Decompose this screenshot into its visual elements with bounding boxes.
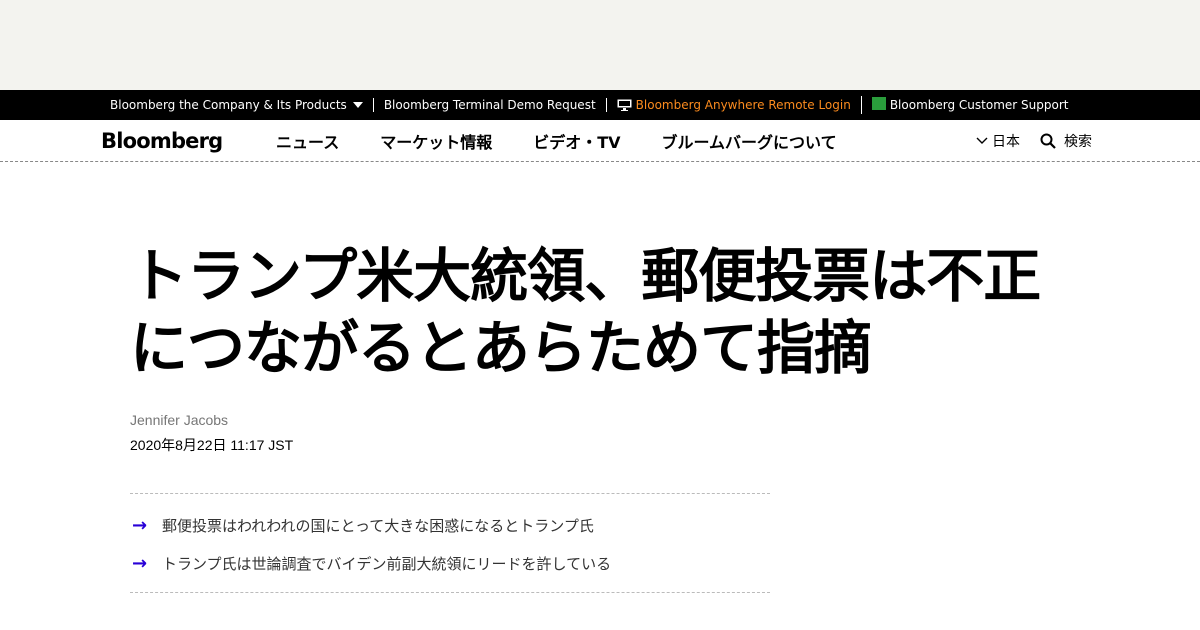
headline-line-2: につながるとあらためて指摘 bbox=[130, 314, 872, 382]
topbar-divider bbox=[372, 98, 374, 112]
help-key-icon bbox=[871, 96, 886, 110]
nav-right-controls: 日本 検索 bbox=[976, 120, 1092, 162]
summary-item: → トランプ氏は世論調査でバイデン前副大統領にリードを許している bbox=[130, 544, 770, 582]
chevron-down-icon bbox=[976, 137, 988, 144]
main-navbar: Bloomberg ニュース マーケット情報 ビデオ・TV ブルームバーグについ… bbox=[0, 120, 1200, 162]
customer-support-label: Bloomberg Customer Support bbox=[889, 98, 1069, 112]
search-button[interactable]: 検索 bbox=[1040, 131, 1092, 151]
nav-item-markets[interactable]: マーケット情報 bbox=[380, 129, 492, 153]
nav-menu: ニュース マーケット情報 ビデオ・TV ブルームバーグについて bbox=[276, 120, 878, 162]
ad-banner-area bbox=[0, 0, 1200, 90]
company-products-label: Bloomberg the Company & Its Products bbox=[110, 98, 347, 112]
author-byline[interactable]: Jennifer Jacobs bbox=[130, 412, 228, 428]
monitor-icon bbox=[617, 99, 632, 111]
search-label: 検索 bbox=[1064, 134, 1092, 150]
nav-item-news[interactable]: ニュース bbox=[276, 129, 339, 153]
language-selector[interactable]: 日本 bbox=[976, 131, 1020, 151]
terminal-demo-link[interactable]: Bloomberg Terminal Demo Request bbox=[384, 98, 596, 112]
anywhere-login-label: Bloomberg Anywhere Remote Login bbox=[635, 98, 851, 112]
article-headline: トランプ米大統領、郵便投票は不正 につながるとあらためて指摘 bbox=[130, 240, 1130, 384]
anywhere-login-link[interactable]: Bloomberg Anywhere Remote Login bbox=[617, 98, 851, 112]
summary-text: 郵便投票はわれわれの国にとって大きな困惑になるとトランプ氏 bbox=[162, 516, 594, 535]
arrow-right-icon: → bbox=[132, 552, 148, 574]
language-label: 日本 bbox=[992, 134, 1020, 150]
topbar-divider bbox=[860, 96, 862, 114]
caret-down-icon bbox=[352, 102, 363, 108]
headline-line-1: トランプ米大統領、郵便投票は不正 bbox=[130, 242, 1041, 310]
nav-item-about[interactable]: ブルームバーグについて bbox=[662, 129, 837, 153]
bloomberg-logo[interactable]: Bloomberg bbox=[101, 129, 223, 153]
summary-item: → 郵便投票はわれわれの国にとって大きな困惑になるとトランプ氏 bbox=[130, 506, 770, 544]
nav-item-video-tv[interactable]: ビデオ・TV bbox=[533, 129, 620, 153]
company-products-menu[interactable]: Bloomberg the Company & Its Products bbox=[110, 98, 363, 112]
summary-text: トランプ氏は世論調査でバイデン前副大統領にリードを許している bbox=[162, 554, 612, 573]
arrow-right-icon: → bbox=[132, 514, 148, 536]
customer-support-link[interactable]: Bloomberg Customer Support bbox=[871, 96, 1069, 112]
topbar-divider bbox=[605, 98, 607, 112]
corporate-topbar: Bloomberg the Company & Its Products Blo… bbox=[0, 90, 1200, 120]
search-icon bbox=[1040, 133, 1056, 149]
article-summary: → 郵便投票はわれわれの国にとって大きな困惑になるとトランプ氏 → トランプ氏は… bbox=[130, 493, 770, 593]
publish-date: 2020年8月22日 11:17 JST bbox=[130, 437, 294, 453]
